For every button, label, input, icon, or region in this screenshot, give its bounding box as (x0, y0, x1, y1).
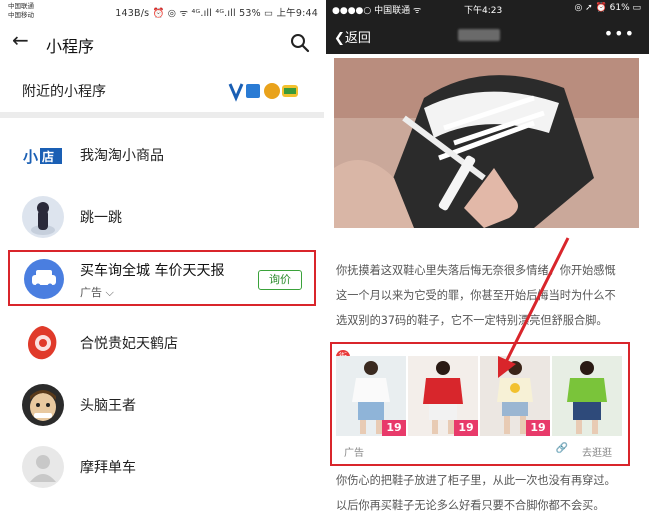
item-name: 合悦贵妃天鹤店 (80, 336, 178, 352)
item-name: 跳一跳 (80, 210, 122, 226)
article-photo (334, 58, 639, 228)
left-phone-screen: 中国联通 中国移动 143B/s ⏰ ◎ ᯤ ⁴ᴳ.ıll ⁴ᴳ.ıll 53%… (0, 0, 324, 514)
svg-text:小: 小 (23, 148, 38, 166)
article-line: 你抚摸着这双鞋心里失落后悔无奈很多情绪，你开始感慨 (336, 264, 616, 277)
price-tag: 19 (526, 420, 550, 436)
status-bar: 中国联通 中国移动 143B/s ⏰ ◎ ᯤ ⁴ᴳ.ıll ⁴ᴳ.ıll 53%… (0, 0, 324, 22)
shop-stamp-icon (22, 322, 64, 364)
nearby-mini-programs-row[interactable]: 附近的小程序 (0, 66, 324, 118)
article-line: 以后你再买鞋子无论多么好看只要不合脚你都不会买。 (336, 499, 605, 512)
status-bar: ●●●●○ 中国联通 ᯤ 下午4:23 ◎ ➚ ⏰ 61% ▭ (326, 0, 649, 18)
item-name: 我淘淘小商品 (80, 148, 164, 164)
back-button[interactable]: ❮返回 (334, 27, 371, 46)
ad-mini-program-item[interactable]: 买车询全城 车价天天报 广告 ⌵ 询价 (8, 250, 316, 306)
search-icon[interactable] (290, 33, 310, 53)
carrier-info: 中国联通 中国移动 (8, 2, 34, 20)
status-icons: 143B/s ⏰ ◎ ᯤ ⁴ᴳ.ıll ⁴ᴳ.ıll 53% ▭ 上午9:44 (115, 8, 318, 19)
link-icon: 🔗 (555, 443, 568, 454)
item-name: 摩拜单车 (80, 460, 136, 476)
goods-thumbnails: 19 19 19 (336, 356, 624, 436)
item-name: 头脑王者 (80, 398, 136, 414)
blurred-title (458, 29, 500, 41)
page-title: 小程序 (46, 37, 95, 56)
nav-bar: ❮返回 ••• (326, 18, 649, 54)
go-shopping-button[interactable]: 去逛逛 (582, 444, 612, 459)
goods-thumb[interactable]: 19 (336, 356, 406, 436)
more-icon[interactable]: ••• (604, 24, 635, 43)
carrier-info: ●●●●○ 中国联通 ᯤ (332, 6, 422, 16)
chevron-left-icon: ❮ (334, 31, 345, 46)
article-paragraph: 你抚摸着这双鞋心里失落后悔无奈很多情绪，你开始感慨 这一个月以来为它受的罪，你甚… (336, 258, 636, 333)
shop-logo-icon: 小 店 (22, 134, 64, 176)
article-line: 这一个月以来为它受的罪，你甚至开始后悔当时为什么不 (336, 289, 616, 302)
user-avatar-icon (22, 446, 64, 488)
brain-king-icon (22, 384, 64, 426)
status-icons: ◎ ➚ ⏰ 61% ▭ (574, 3, 641, 13)
back-arrow-icon[interactable]: ← (12, 28, 29, 52)
ad-tag[interactable]: 广告 ⌵ (80, 284, 114, 300)
goods-thumb[interactable] (552, 356, 622, 436)
article-paragraph: 你伤心的把鞋子放进了柜子里，从此一次也没有再穿过。 以后你再买鞋子无论多么好看只… (336, 468, 636, 514)
mini-program-item[interactable]: 跳一跳 (0, 186, 324, 248)
mini-program-item[interactable]: 摩拜单车 (0, 436, 324, 498)
mini-program-item[interactable]: 小 店 我淘淘小商品 (0, 124, 324, 186)
jump-game-icon (22, 196, 64, 238)
ad-name: 买车询全城 车价天天报 (80, 263, 225, 279)
mini-program-item[interactable]: 合悦贵妃天鹤店 (0, 312, 324, 374)
inquire-button[interactable]: 询价 (258, 270, 302, 290)
clock: 下午4:23 (464, 6, 503, 16)
app-header: ← 小程序 (0, 24, 324, 64)
chevron-down-icon: ⌵ (105, 286, 114, 299)
right-phone-screen: ●●●●○ 中国联通 ᯤ 下午4:23 ◎ ➚ ⏰ 61% ▭ ❮返回 ••• … (326, 0, 649, 514)
carrier-1: 中国联通 (8, 2, 34, 10)
article-line: 你伤心的把鞋子放进了柜子里，从此一次也没有再穿过。 (336, 474, 616, 487)
svg-text:店: 店 (42, 149, 54, 164)
price-tag: 19 (382, 420, 406, 436)
ad-goods-card[interactable]: 街 19 (330, 342, 630, 466)
ad-label: 广告 (344, 448, 364, 459)
nearby-label: 附近的小程序 (22, 84, 106, 100)
price-tag: 19 (454, 420, 478, 436)
nearby-logos-icon (228, 83, 298, 102)
goods-thumb[interactable]: 19 (480, 356, 550, 436)
carrier-2: 中国移动 (8, 11, 34, 19)
car-icon (24, 259, 64, 299)
goods-thumb[interactable]: 19 (408, 356, 478, 436)
article-line: 选双别的37码的鞋子，它不一定特别漂亮但舒服合脚。 (336, 314, 608, 327)
mini-program-item[interactable]: 头脑王者 (0, 374, 324, 436)
